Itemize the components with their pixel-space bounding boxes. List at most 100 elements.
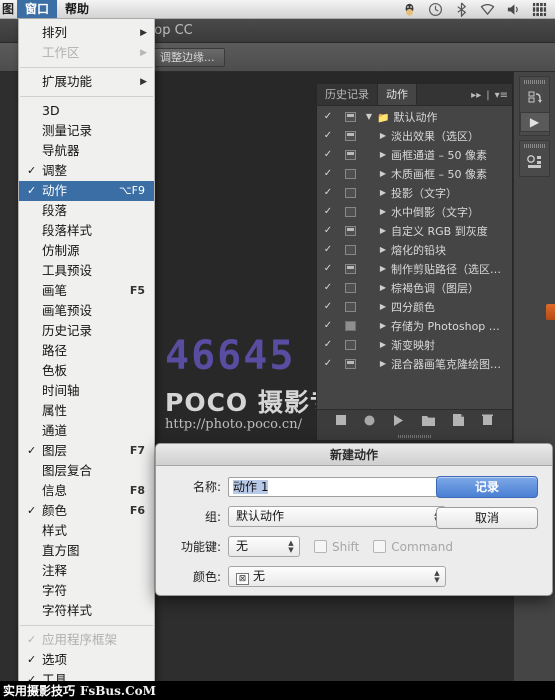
history-panel-icon[interactable] [523, 87, 547, 109]
menu-item-33[interactable]: ✓选项 [19, 650, 154, 670]
refine-edge-button[interactable]: 调整边缘... [150, 48, 225, 67]
menu-item-30[interactable]: 字符样式 [19, 601, 154, 621]
panel-resize-grip[interactable] [317, 433, 512, 440]
disclosure-triangle-icon[interactable]: ▶ [375, 283, 391, 292]
menu-item-14[interactable]: 画笔F5 [19, 281, 154, 301]
command-checkbox[interactable]: Command [373, 540, 453, 554]
volume-icon[interactable] [506, 2, 521, 17]
tab-actions[interactable]: 动作 [378, 84, 417, 105]
action-enabled-check-icon[interactable]: ✓ [317, 187, 339, 198]
stepper-icon-3[interactable]: ▲▼ [432, 569, 442, 585]
menu-item-24[interactable]: 信息F8 [19, 481, 154, 501]
action-dialog-toggle[interactable] [339, 226, 361, 236]
action-row[interactable]: ✓▼📁默认动作 [317, 107, 512, 126]
action-enabled-check-icon[interactable]: ✓ [317, 320, 339, 331]
penguin-icon[interactable] [402, 2, 417, 17]
action-enabled-check-icon[interactable]: ✓ [317, 282, 339, 293]
record-button[interactable]: 记录 [436, 476, 538, 498]
action-dialog-toggle[interactable] [339, 321, 361, 331]
menu-item-12[interactable]: 仿制源 [19, 241, 154, 261]
action-name-input[interactable]: 动作 1 [228, 477, 446, 497]
action-dialog-toggle[interactable] [339, 283, 361, 293]
stepper-icon-2[interactable]: ▲▼ [286, 539, 296, 555]
action-enabled-check-icon[interactable]: ✓ [317, 225, 339, 236]
disclosure-triangle-icon[interactable]: ▼ [361, 112, 377, 121]
menubar-item-help[interactable]: 帮助 [57, 0, 97, 18]
dock-grip-icon-2[interactable] [524, 144, 546, 148]
cancel-button[interactable]: 取消 [436, 507, 538, 529]
action-dialog-toggle[interactable] [339, 150, 361, 160]
disclosure-triangle-icon[interactable]: ▶ [375, 302, 391, 311]
action-dialog-toggle[interactable] [339, 302, 361, 312]
action-enabled-check-icon[interactable]: ✓ [317, 130, 339, 141]
record-icon[interactable] [364, 415, 375, 429]
collapse-icon[interactable]: ▸▸ [471, 90, 481, 101]
action-dialog-toggle[interactable] [339, 207, 361, 217]
menu-item-29[interactable]: 字符 [19, 581, 154, 601]
action-enabled-check-icon[interactable]: ✓ [317, 206, 339, 217]
menu-item-7[interactable]: 导航器 [19, 141, 154, 161]
stop-icon[interactable] [336, 415, 346, 428]
input-method-icon[interactable] [532, 2, 547, 17]
disclosure-triangle-icon[interactable]: ▶ [375, 188, 391, 197]
function-key-select[interactable]: 无 ▲▼ [228, 536, 300, 557]
menu-item-13[interactable]: 工具预设 [19, 261, 154, 281]
action-dialog-toggle[interactable] [339, 169, 361, 179]
new-set-icon[interactable] [422, 415, 435, 429]
menu-item-3[interactable]: 扩展功能▶ [19, 72, 154, 92]
checkbox-icon-shift[interactable] [314, 540, 327, 553]
action-enabled-check-icon[interactable]: ✓ [317, 244, 339, 255]
menu-item-28[interactable]: 注释 [19, 561, 154, 581]
action-row[interactable]: ✓▶渐变映射 [317, 335, 512, 354]
panel-menu-icon[interactable]: ▾≡ [495, 90, 508, 101]
action-row[interactable]: ✓▶自定义 RGB 到灰度 [317, 221, 512, 240]
menu-item-19[interactable]: 时间轴 [19, 381, 154, 401]
menu-item-9[interactable]: ✓动作⌥F9 [19, 181, 154, 201]
dock-grip-icon[interactable] [524, 80, 546, 84]
action-row[interactable]: ✓▶存储为 Photoshop … [317, 316, 512, 335]
actions-list[interactable]: ✓▼📁默认动作✓▶淡出效果（选区）✓▶画框通道 – 50 像素✓▶木质画框 – … [317, 106, 512, 409]
disclosure-triangle-icon[interactable]: ▶ [375, 226, 391, 235]
menu-item-20[interactable]: 属性 [19, 401, 154, 421]
disclosure-triangle-icon[interactable]: ▶ [375, 207, 391, 216]
menu-item-6[interactable]: 测量记录 [19, 121, 154, 141]
menu-item-18[interactable]: 色板 [19, 361, 154, 381]
action-dialog-toggle[interactable] [339, 264, 361, 274]
checkbox-icon-command[interactable] [373, 540, 386, 553]
action-row[interactable]: ✓▶投影（文字） [317, 183, 512, 202]
actions-panel-icon[interactable]: ▶ [520, 112, 550, 132]
bluetooth-icon[interactable] [454, 2, 469, 17]
group-select[interactable]: 默认动作 ▲▼ [228, 506, 446, 527]
action-row[interactable]: ✓▶制作剪贴路径（选区… [317, 259, 512, 278]
action-enabled-check-icon[interactable]: ✓ [317, 339, 339, 350]
menu-item-17[interactable]: 路径 [19, 341, 154, 361]
action-dialog-toggle[interactable] [339, 112, 361, 122]
action-dialog-toggle[interactable] [339, 131, 361, 141]
disclosure-triangle-icon[interactable]: ▶ [375, 340, 391, 349]
action-enabled-check-icon[interactable]: ✓ [317, 358, 339, 369]
menu-item-21[interactable]: 通道 [19, 421, 154, 441]
menu-item-23[interactable]: 图层复合 [19, 461, 154, 481]
action-row[interactable]: ✓▶四分颜色 [317, 297, 512, 316]
action-enabled-check-icon[interactable]: ✓ [317, 301, 339, 312]
action-dialog-toggle[interactable] [339, 245, 361, 255]
disclosure-triangle-icon[interactable]: ▶ [375, 169, 391, 178]
disclosure-triangle-icon[interactable]: ▶ [375, 321, 391, 330]
play-icon[interactable] [393, 415, 404, 429]
menu-item-26[interactable]: 样式 [19, 521, 154, 541]
menu-item-8[interactable]: ✓调整 [19, 161, 154, 181]
menu-item-16[interactable]: 历史记录 [19, 321, 154, 341]
disclosure-triangle-icon[interactable]: ▶ [375, 264, 391, 273]
action-enabled-check-icon[interactable]: ✓ [317, 149, 339, 160]
color-select[interactable]: ⊠无 ▲▼ [228, 566, 446, 587]
menubar-item-partial[interactable]: 图 [0, 0, 17, 18]
disclosure-triangle-icon[interactable]: ▶ [375, 150, 391, 159]
tab-history[interactable]: 历史记录 [317, 84, 378, 105]
action-dialog-toggle[interactable] [339, 359, 361, 369]
delete-icon[interactable] [482, 414, 493, 429]
menu-item-22[interactable]: ✓图层F7 [19, 441, 154, 461]
action-dialog-toggle[interactable] [339, 340, 361, 350]
menu-item-11[interactable]: 段落样式 [19, 221, 154, 241]
wifi-icon[interactable] [480, 2, 495, 17]
action-row[interactable]: ✓▶混合器画笔克隆绘图… [317, 354, 512, 373]
